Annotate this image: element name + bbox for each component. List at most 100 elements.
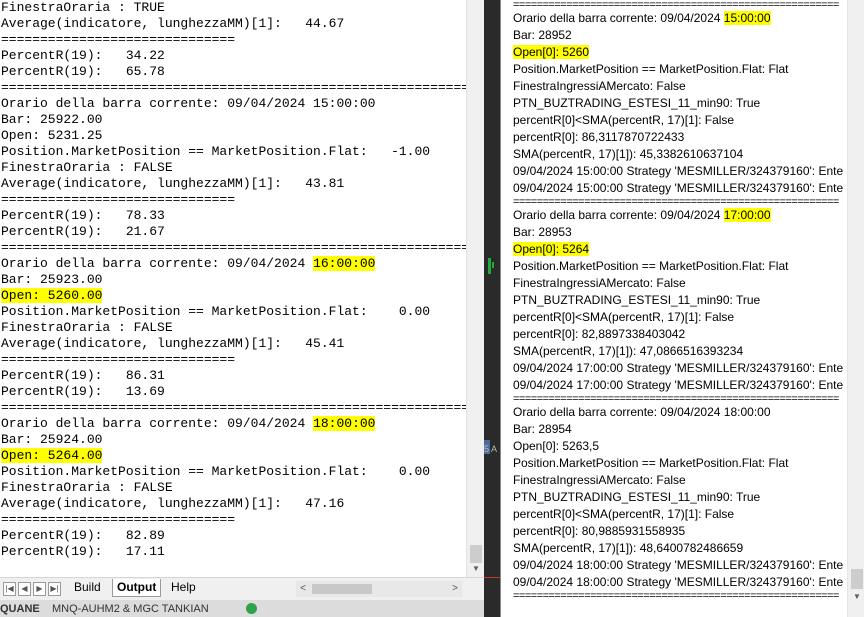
output-line: Bar: 25924.00 bbox=[1, 432, 102, 448]
highlighted-text: Open[0]: 5264 bbox=[513, 242, 590, 256]
chevron-down-icon[interactable]: ▼ bbox=[851, 591, 863, 603]
first-arrow-icon[interactable]: |◀ bbox=[3, 582, 16, 596]
output-line: Open: 5231.25 bbox=[1, 128, 102, 144]
output-line: ========================================… bbox=[1, 240, 466, 256]
output-line-text: PercentR(19): 17.11 bbox=[1, 544, 165, 559]
highlighted-text: 16:00:00 bbox=[313, 256, 376, 271]
chevron-down-icon[interactable]: ▼ bbox=[470, 563, 482, 575]
output-line: Average(indicatore, lunghezzaMM)[1]: 43.… bbox=[1, 176, 344, 192]
output-line-text: Bar: 28954 bbox=[513, 422, 572, 436]
chevron-left-icon[interactable]: < bbox=[296, 581, 310, 597]
output-line: Bar: 28953 bbox=[513, 224, 572, 241]
output-line: Position.MarketPosition == MarketPositio… bbox=[1, 144, 430, 160]
output-line: percentR[0]<SMA(percentR, 17)[1]: False bbox=[513, 506, 734, 523]
chart-text: 5 A bbox=[484, 444, 498, 454]
output-line: FinestraIngressiAMercato: False bbox=[513, 78, 686, 95]
output-line-text: PTN_BUZTRADING_ESTESI_11_min90: True bbox=[513, 293, 761, 307]
output-line: Bar: 28952 bbox=[513, 27, 572, 44]
scrollbar-thumb[interactable] bbox=[851, 569, 863, 589]
output-line-text: percentR[0]<SMA(percentR, 17)[1]: False bbox=[513, 310, 735, 324]
output-line-text: FinestraOraria : FALSE bbox=[1, 320, 173, 335]
output-line-text: Bar: 25923.00 bbox=[1, 272, 103, 287]
output-line: FinestraOraria : FALSE bbox=[1, 480, 173, 496]
output-line-text: Orario della barra corrente: 09/04/2024 … bbox=[1, 96, 376, 111]
tab-help[interactable]: Help bbox=[167, 579, 200, 596]
ninjascript-vertical-scrollbar[interactable]: ▼ bbox=[847, 0, 864, 617]
output-line: ========================================… bbox=[1, 400, 466, 416]
tab-build[interactable]: Build bbox=[70, 579, 105, 596]
output-line-text: SMA(percentR, 17)[1]): 48,6400782486659 bbox=[513, 541, 744, 555]
output-line-text: FinestraIngressiAMercato: False bbox=[513, 79, 686, 93]
output-line: Open[0]: 5264 bbox=[513, 241, 590, 258]
output-line: Position.MarketPosition == MarketPositio… bbox=[513, 258, 788, 275]
output-line: ============================== bbox=[1, 512, 235, 528]
chart-bar-marker bbox=[492, 262, 494, 268]
chevron-right-icon[interactable]: > bbox=[448, 581, 462, 597]
output-line: PercentR(19): 86.31 bbox=[1, 368, 165, 384]
output-line-text: Position.MarketPosition == MarketPositio… bbox=[513, 62, 789, 76]
output-line-text: Orario della barra corrente: 09/04/2024 … bbox=[513, 405, 771, 419]
output-line-text: ========================================… bbox=[1, 400, 466, 415]
output-line: Orario della barra corrente: 09/04/2024 … bbox=[513, 404, 771, 421]
prev-arrow-icon[interactable]: ◀ bbox=[18, 582, 31, 596]
output-line-text: PercentR(19): 86.31 bbox=[1, 368, 165, 383]
workspace-tab-strip: QUANE MNQ-AUHM2 & MGC TANKIAN bbox=[0, 600, 498, 617]
output-line-text: PTN_BUZTRADING_ESTESI_11_min90: True bbox=[513, 96, 761, 110]
output-line: Open: 5260.00 bbox=[1, 288, 103, 304]
output-line: 09/04/2024 17:00:00 Strategy 'MESMILLER/… bbox=[513, 360, 843, 377]
output-line: 09/04/2024 17:00:00 Strategy 'MESMILLER/… bbox=[513, 377, 843, 394]
output-line-text: PercentR(19): 13.69 bbox=[1, 384, 165, 399]
output-line: PercentR(19): 82.89 bbox=[1, 528, 165, 544]
output-line: PercentR(19): 34.22 bbox=[1, 48, 165, 64]
output-line-text: Bar: 25922.00 bbox=[1, 112, 103, 127]
output-line-text: 09/04/2024 17:00:00 Strategy 'MESMILLER/… bbox=[513, 378, 844, 392]
output-line: SMA(percentR, 17)[1]): 45,3382610637104 bbox=[513, 146, 743, 163]
output-line: percentR[0]: 82,8897338403042 bbox=[513, 326, 685, 343]
output-line: FinestraIngressiAMercato: False bbox=[513, 472, 686, 489]
workspace-tab-1[interactable]: QUANE bbox=[0, 602, 40, 617]
output-line-text: Position.MarketPosition == MarketPositio… bbox=[1, 304, 431, 319]
output-line-text: FinestraIngressiAMercato: False bbox=[513, 473, 686, 487]
output-line: PercentR(19): 65.78 bbox=[1, 64, 165, 80]
output-horizontal-scrollbar[interactable]: < > bbox=[296, 581, 462, 597]
next-arrow-icon[interactable]: ▶ bbox=[33, 582, 46, 596]
output-line-text: FinestraOraria : FALSE bbox=[1, 160, 173, 175]
output-line: 09/04/2024 18:00:00 Strategy 'MESMILLER/… bbox=[513, 557, 843, 574]
output-line-text: Open[0]: 5263,5 bbox=[513, 439, 600, 453]
output-line-text: FinestraIngressiAMercato: False bbox=[513, 276, 686, 290]
output-line-text: Average(indicatore, lunghezzaMM)[1]: 47.… bbox=[1, 496, 345, 511]
output-line-text: ========================================… bbox=[1, 240, 466, 255]
highlighted-text: Open: 5260.00 bbox=[1, 288, 103, 303]
output-line-text: 09/04/2024 18:00:00 Strategy 'MESMILLER/… bbox=[513, 558, 844, 572]
output-line-text: SMA(percentR, 17)[1]): 47,0866516393234 bbox=[513, 344, 744, 358]
output-line-text: ========================================… bbox=[1, 80, 466, 95]
horizontal-scrollbar-thumb[interactable] bbox=[312, 584, 372, 594]
output-line-text: Open: 5231.25 bbox=[1, 128, 103, 143]
output-line-text: Position.MarketPosition == MarketPositio… bbox=[1, 464, 431, 479]
output-line-text: percentR[0]: 82,8897338403042 bbox=[513, 327, 686, 341]
tab-output[interactable]: Output bbox=[112, 579, 162, 597]
output-line: SMA(percentR, 17)[1]): 47,0866516393234 bbox=[513, 343, 743, 360]
output-line: Bar: 25923.00 bbox=[1, 272, 102, 288]
output-line-text: SMA(percentR, 17)[1]): 45,3382610637104 bbox=[513, 147, 744, 161]
output-line: Bar: 28954 bbox=[513, 421, 572, 438]
easylanguage-output-window: FinestraOraria : TRUE Average(indicatore,… bbox=[0, 0, 484, 600]
output-line-text: Bar: 25924.00 bbox=[1, 432, 103, 447]
output-line: FinestraIngressiAMercato: False bbox=[513, 275, 686, 292]
output-line: FinestraOraria : FALSE bbox=[1, 320, 173, 336]
scrollbar-thumb[interactable] bbox=[470, 545, 482, 563]
output-vertical-scrollbar[interactable]: ▼ bbox=[466, 0, 484, 577]
output-line: ============================== bbox=[1, 352, 235, 368]
output-line: Position.MarketPosition == MarketPositio… bbox=[513, 455, 788, 472]
output-line-text: FinestraOraria : FALSE bbox=[1, 480, 173, 495]
chart-background-strip: 5 A bbox=[484, 0, 500, 617]
output-line: PercentR(19): 13.69 bbox=[1, 384, 165, 400]
output-line: Orario della barra corrente: 09/04/2024 … bbox=[1, 96, 375, 112]
output-line-text: PercentR(19): 34.22 bbox=[1, 48, 165, 63]
ninjascript-output-window: ========================================… bbox=[500, 0, 864, 617]
output-line-text: Average(indicatore, lunghezzaMM)[1]: 43.… bbox=[1, 176, 345, 191]
output-line-text: Position.MarketPosition == MarketPositio… bbox=[1, 144, 431, 159]
workspace-tab-2[interactable]: MNQ-AUHM2 & MGC TANKIAN bbox=[52, 602, 209, 617]
add-workspace-icon[interactable] bbox=[246, 603, 257, 614]
last-arrow-icon[interactable]: ▶| bbox=[48, 582, 61, 596]
